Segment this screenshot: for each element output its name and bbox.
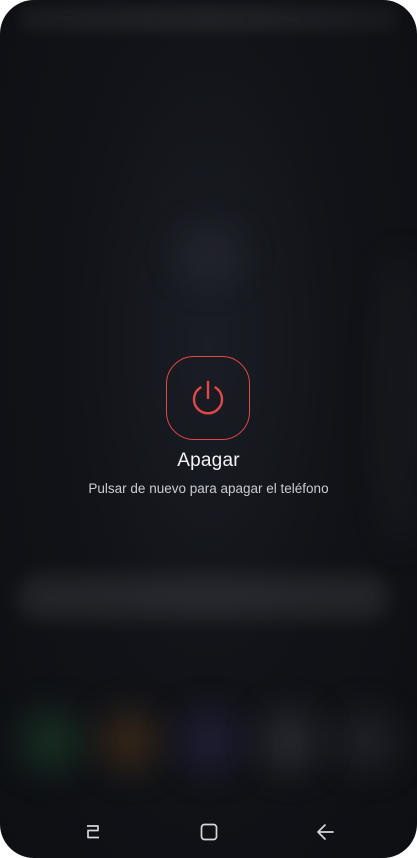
blurred-status-bar [20,6,397,32]
home-button[interactable] [195,818,223,846]
navigation-bar [0,802,417,858]
blurred-widget [175,225,245,285]
back-button[interactable] [311,818,339,846]
device-screen: Apagar Pulsar de nuevo para apagar el te… [0,0,417,858]
power-off-title: Apagar [177,450,240,471]
blurred-search-bar [18,575,389,619]
blurred-app-icon [100,712,158,770]
recents-icon [83,822,103,842]
power-off-button[interactable] [166,356,250,440]
blurred-app-icon [260,712,318,770]
power-off-hint: Pulsar de nuevo para apagar el teléfono [88,481,329,496]
blurred-app-icon [180,712,238,770]
blurred-edge-handle [380,250,417,550]
blurred-app-icon [22,712,80,770]
power-icon [186,376,230,420]
back-icon [314,821,336,843]
recents-button[interactable] [79,818,107,846]
home-icon [198,821,220,843]
blurred-app-icon [338,712,396,770]
